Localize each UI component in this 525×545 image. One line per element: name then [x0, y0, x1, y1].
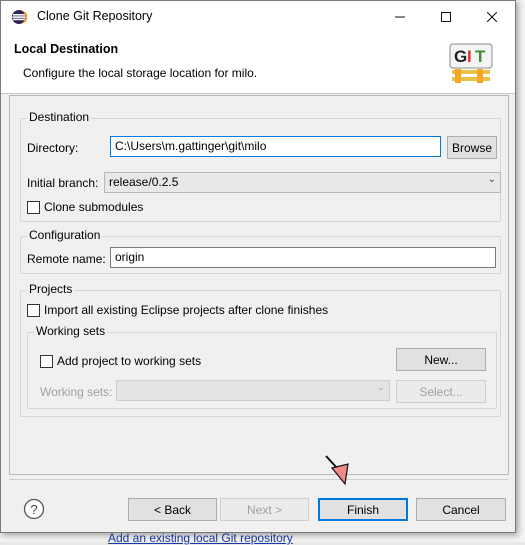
- new-working-set-button[interactable]: New...: [396, 348, 486, 371]
- remote-name-input[interactable]: origin: [110, 247, 496, 268]
- wizard-content: Destination Directory: C:\Users\m.gattin…: [9, 95, 509, 475]
- wizard-header: Local Destination Configure the local st…: [1, 32, 515, 94]
- minimize-button[interactable]: [377, 1, 423, 32]
- configuration-group: Configuration Remote name: origin: [20, 228, 501, 274]
- import-projects-label[interactable]: Import all existing Eclipse projects aft…: [44, 303, 328, 317]
- svg-text:?: ?: [30, 502, 37, 517]
- svg-text:T: T: [475, 47, 486, 66]
- finish-button[interactable]: Finish: [318, 498, 408, 521]
- clone-submodules-label[interactable]: Clone submodules: [44, 200, 143, 214]
- working-sets-label: Working sets:: [40, 385, 113, 399]
- import-projects-checkbox[interactable]: [27, 304, 40, 317]
- clone-dialog: Clone Git Repository Local Destination C…: [0, 0, 516, 533]
- cancel-button[interactable]: Cancel: [416, 498, 506, 521]
- destination-group: Destination Directory: C:\Users\m.gattin…: [20, 110, 501, 222]
- add-to-working-sets-label[interactable]: Add project to working sets: [57, 354, 201, 368]
- directory-label: Directory:: [27, 141, 79, 155]
- background-right-panel: [516, 0, 525, 542]
- destination-group-label: Destination: [27, 110, 92, 124]
- back-button[interactable]: < Back: [128, 498, 217, 521]
- directory-input[interactable]: C:\Users\m.gattinger\git\milo: [110, 136, 441, 157]
- working-sets-select[interactable]: ⌄: [116, 380, 390, 401]
- projects-group-label: Projects: [27, 282, 75, 296]
- background-add-repository-link[interactable]: Add an existing local Git repository: [108, 531, 293, 545]
- working-sets-group: Working sets Add project to working sets…: [27, 324, 497, 409]
- initial-branch-value: release/0.2.5: [109, 175, 179, 189]
- projects-group: Projects Import all existing Eclipse pro…: [20, 282, 501, 417]
- configuration-group-label: Configuration: [27, 228, 103, 242]
- mouse-cursor-icon: [324, 454, 350, 491]
- chevron-down-icon: ⌄: [376, 382, 385, 393]
- maximize-button[interactable]: [423, 1, 469, 32]
- page-title: Local Destination: [14, 42, 119, 56]
- clone-submodules-checkbox[interactable]: [27, 201, 40, 214]
- initial-branch-select[interactable]: release/0.2.5 ⌄: [104, 172, 501, 193]
- minimize-icon: [395, 16, 405, 17]
- title-bar[interactable]: Clone Git Repository: [1, 1, 515, 32]
- initial-branch-label: Initial branch:: [27, 176, 99, 190]
- chevron-down-icon: ⌄: [487, 174, 496, 185]
- close-icon: [487, 11, 497, 22]
- add-to-working-sets-checkbox[interactable]: [40, 355, 53, 368]
- browse-button[interactable]: Browse: [447, 136, 497, 159]
- next-button[interactable]: Next >: [220, 498, 309, 521]
- svg-text:G: G: [454, 47, 467, 66]
- help-icon[interactable]: ?: [23, 498, 45, 523]
- svg-text:I: I: [467, 47, 472, 66]
- close-button[interactable]: [469, 1, 515, 32]
- footer-separator: [9, 479, 509, 480]
- maximize-icon: [441, 11, 451, 22]
- remote-name-label: Remote name:: [27, 252, 106, 266]
- select-working-sets-button[interactable]: Select...: [396, 380, 486, 403]
- page-description: Configure the local storage location for…: [23, 66, 258, 80]
- git-logo-icon: G I T: [449, 43, 493, 88]
- window-title: Clone Git Repository: [37, 9, 153, 23]
- eclipse-icon: [11, 9, 28, 28]
- working-sets-group-label: Working sets: [34, 324, 108, 338]
